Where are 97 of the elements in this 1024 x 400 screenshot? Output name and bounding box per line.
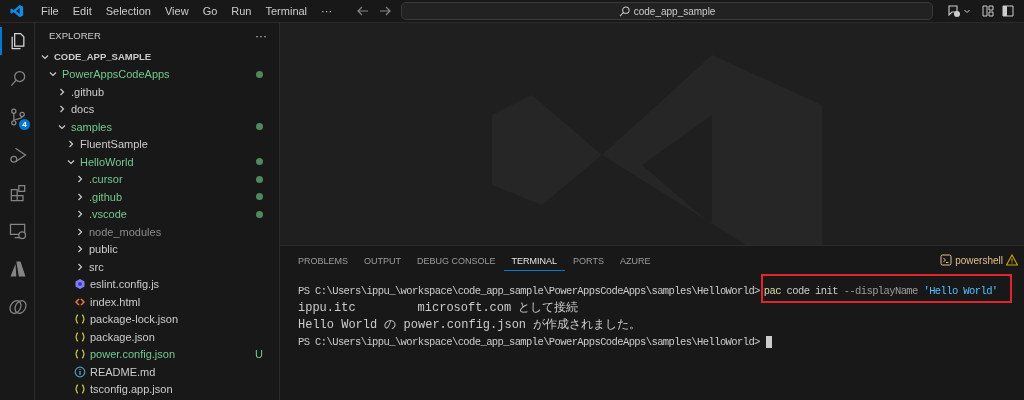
a-shape-icon [8,259,28,279]
tree-item[interactable]: .github [35,83,279,101]
branch-icon [8,107,28,127]
activity-bar-item[interactable]: 4 [0,103,34,131]
menu-item[interactable]: ··· [314,3,340,19]
panel-tab[interactable]: TERMINAL [503,249,566,271]
file-name: .cursor [89,173,123,186]
tree-item[interactable]: src [35,258,279,276]
panel-tab[interactable]: DEBUG CONSOLE [409,249,504,271]
sidebar-title: EXPLORER [49,30,101,41]
section-title: CODE_APP_SAMPLE [54,51,152,63]
tree-item[interactable]: node_modules [35,223,279,241]
status-dot [256,158,263,166]
file-name: .vscode [89,208,127,221]
status-dot [256,123,263,131]
panel-tab[interactable]: PORTS [565,249,612,271]
tree-item[interactable]: tsconfig.app.json [35,380,279,398]
file-name: package-lock.json [90,313,179,326]
menu-item[interactable]: Run [224,3,259,19]
search-icon [8,69,28,89]
status-letter: U [255,348,263,361]
panel-tab[interactable]: OUTPUT [356,249,409,271]
tree-item[interactable]: public [35,240,279,258]
braces-icon [74,313,86,326]
file-name: src [89,260,104,273]
file-name: package.json [90,330,155,343]
menu-item[interactable]: Go [195,3,225,19]
menu-item[interactable]: File [34,3,66,19]
forward-arrow-icon[interactable] [379,5,392,17]
tree-item[interactable]: package-lock.json [35,310,279,328]
file-name: power.config.json [90,348,175,361]
tree-item[interactable]: samples [35,118,279,136]
rings-icon [8,297,28,317]
file-name: eslint.config.js [90,278,160,291]
shell-name[interactable]: powershell [955,254,1003,266]
sidebar-toggle-icon[interactable] [1002,5,1014,17]
terminal-prompt: PS C:\Users\ippu_\workspace\code_app_sample\PowerAppsCodeApps\samples\HelloWorld> [298,335,760,348]
search-field[interactable]: code_app_sample [401,2,934,20]
file-name: HelloWorld [80,155,134,168]
layout-icon[interactable] [982,5,994,17]
tree-item[interactable]: .cursor [35,170,279,188]
section-header[interactable]: CODE_APP_SAMPLE [35,48,279,66]
more-actions-button[interactable]: ··· [255,28,267,43]
file-name: index.html [90,295,141,308]
terminal-prompt: PS C:\Users\ippu_\workspace\code_app_sample\PowerAppsCodeApps\samples\HelloWorld> [298,284,760,297]
braces-icon [74,383,86,396]
count-badge: 4 [19,119,30,130]
file-name: public [89,243,118,256]
menu-item[interactable]: Edit [65,3,99,19]
status-dot [256,175,263,183]
code-brackets-icon [74,295,86,308]
file-name: node_modules [89,225,162,238]
terminal-output: ippu.itc [298,300,356,315]
blocks-icon [8,183,28,203]
tree-item[interactable]: index.html [35,293,279,311]
status-dot [256,210,263,218]
warning-icon [1006,254,1018,266]
panel-tab[interactable]: PROBLEMS [290,249,356,271]
search-icon [618,5,630,17]
tree-item[interactable]: .vscode [35,205,279,223]
tree-item[interactable]: power.config.json U [35,345,279,363]
monitor-icon [8,221,28,241]
tree-item[interactable]: package.json [35,328,279,346]
file-name: .github [71,85,105,98]
tree-item[interactable]: eslint.config.js [35,275,279,293]
terminal-output: microsoft.com として接続 [417,300,579,316]
status-dot [256,193,263,201]
file-name: tsconfig.app.json [90,383,173,396]
braces-icon [74,330,86,343]
panel-tab[interactable]: AZURE [611,249,659,271]
tree-item[interactable]: .github [35,188,279,206]
braces-icon [74,348,86,361]
tree-item[interactable]: PowerAppsCodeApps [35,65,279,83]
chat-icon[interactable] [947,4,962,18]
tree-item[interactable]: HelloWorld [35,153,279,171]
tree-item[interactable]: FluentSample [35,135,279,153]
tree-item[interactable]: docs [35,100,279,118]
hexagon-icon [74,278,86,291]
info-icon [74,365,86,378]
file-name: docs [71,103,95,116]
file-name: samples [71,120,112,133]
terminal-icon [940,254,953,266]
status-dot [256,70,263,78]
terminal-output: Hello World の power.config.json が作成されました。 [298,317,642,333]
file-name: PowerAppsCodeApps [62,68,170,81]
play-bug-icon [8,145,28,165]
app-logo-icon[interactable] [10,4,24,18]
menu-item[interactable]: View [157,3,196,19]
file-name: .github [89,190,123,203]
file-name: FluentSample [80,138,148,151]
back-arrow-icon[interactable] [357,5,370,17]
terminal-command: pac code init --displayName 'Hello World' [763,284,998,297]
tree-item[interactable]: README.md [35,363,279,381]
menu-item[interactable]: Selection [98,3,158,19]
chevron-down-icon[interactable] [963,7,972,15]
menu-item[interactable]: Terminal [258,3,315,19]
file-name: README.md [90,365,156,378]
